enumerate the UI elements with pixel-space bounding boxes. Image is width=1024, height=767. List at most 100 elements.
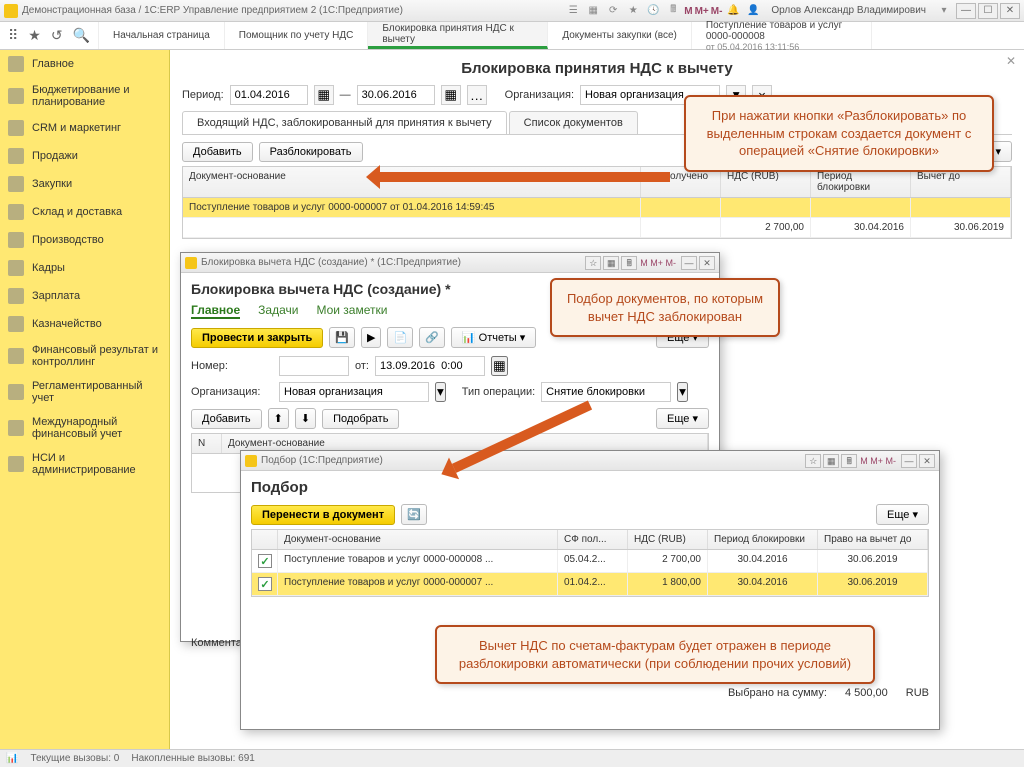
sidebar-item[interactable]: Производство <box>0 226 169 254</box>
pick-button[interactable]: Подобрать <box>322 409 399 429</box>
tabs: Начальная страница Помощник по учету НДС… <box>99 22 1024 49</box>
maximize-button[interactable]: ☐ <box>978 3 998 19</box>
sidebar-item[interactable]: Кадры <box>0 254 169 282</box>
memory-buttons[interactable]: MM+M- <box>683 5 723 17</box>
tab-purchase-docs[interactable]: Документы закупки (все) <box>548 22 692 49</box>
minimize-icon[interactable]: — <box>681 256 697 270</box>
reports-button[interactable]: 📊 Отчеты ▾ <box>451 327 536 348</box>
date-from-input[interactable] <box>230 85 308 105</box>
fav-icon[interactable]: ☆ <box>585 256 601 270</box>
more-button[interactable]: Еще ▾ <box>656 408 709 429</box>
unblock-button[interactable]: Разблокировать <box>259 142 363 162</box>
tool-icon[interactable]: 🖩 <box>665 3 681 19</box>
tool-icon[interactable]: ⟳ <box>605 3 621 19</box>
calc-icon[interactable]: 🖩 <box>621 256 637 270</box>
dropdown-icon[interactable]: ▾ <box>936 3 952 19</box>
sidebar-item[interactable]: Международный финансовый учет <box>0 410 169 446</box>
add-button[interactable]: Добавить <box>191 409 262 429</box>
pick-row[interactable]: ✓ Поступление товаров и услуг 0000-00000… <box>252 550 928 573</box>
tool-icon[interactable]: 🔔 <box>725 3 741 19</box>
tab-tasks[interactable]: Задачи <box>258 303 298 319</box>
sidebar-item[interactable]: Финансовый результат и контроллинг <box>0 338 169 374</box>
calendar-icon[interactable]: ▦ <box>441 85 461 105</box>
pick-grid[interactable]: Документ-основание СФ пол... НДС (RUB) П… <box>251 529 929 597</box>
delete-icon[interactable]: 🔗 <box>419 327 445 348</box>
calc-icon[interactable]: 🖩 <box>841 454 857 468</box>
menu-icon <box>8 56 24 72</box>
tab-block-nds[interactable]: Блокировка принятия НДС к вычету <box>368 22 548 49</box>
app-titlebar: Демонстрационная база / 1С:ERP Управлени… <box>0 0 1024 22</box>
tool-icon[interactable]: 🕓 <box>645 3 661 19</box>
grid-icon[interactable]: ⠿ <box>8 27 18 44</box>
money-icon <box>8 288 24 304</box>
factory-icon <box>8 232 24 248</box>
tool-icon[interactable]: ☰ <box>565 3 581 19</box>
subtab-doc-list[interactable]: Список документов <box>509 111 638 134</box>
date-input[interactable] <box>375 356 485 376</box>
print-icon[interactable]: 📄 <box>387 327 413 348</box>
sidebar-item[interactable]: Склад и доставка <box>0 198 169 226</box>
close-icon[interactable]: ✕ <box>919 454 935 468</box>
minimize-button[interactable]: — <box>956 3 976 19</box>
post-icon[interactable]: ▶ <box>361 327 381 348</box>
checkbox[interactable]: ✓ <box>258 577 272 591</box>
org-input[interactable] <box>279 382 429 402</box>
select-icon[interactable]: ▾ <box>677 382 688 402</box>
grid-row[interactable]: 2 700,00 30.04.2016 30.06.2019 <box>183 218 1011 238</box>
more-button[interactable]: Еще ▾ <box>876 504 929 525</box>
number-input[interactable] <box>279 356 349 376</box>
sidebar-item[interactable]: Зарплата <box>0 282 169 310</box>
sidebar-item[interactable]: CRM и маркетинг <box>0 114 169 142</box>
date-to-input[interactable] <box>357 85 435 105</box>
star-icon[interactable]: ★ <box>28 27 41 44</box>
sidebar-item[interactable]: Главное <box>0 50 169 78</box>
minimize-icon[interactable]: — <box>901 454 917 468</box>
select-icon[interactable]: ▾ <box>435 382 446 402</box>
sidebar-item[interactable]: НСИ и администрирование <box>0 446 169 482</box>
tool-icon[interactable]: ▦ <box>585 3 601 19</box>
window-title: Блокировка вычета НДС (создание) * (1С:П… <box>201 257 461 268</box>
bank-icon <box>8 316 24 332</box>
window-icon <box>185 257 197 269</box>
save-icon[interactable]: 💾 <box>329 327 355 348</box>
search-icon[interactable]: 🔍 <box>73 27 90 44</box>
tab-notes[interactable]: Мои заметки <box>316 303 387 319</box>
refresh-icon[interactable]: 🔄 <box>401 504 427 525</box>
sidebar-item[interactable]: Казначейство <box>0 310 169 338</box>
tab-nds-helper[interactable]: Помощник по учету НДС <box>225 22 369 49</box>
window-heading: Подбор <box>251 479 929 496</box>
fav-icon[interactable]: ☆ <box>805 454 821 468</box>
calendar-icon[interactable]: ▦ <box>491 356 508 376</box>
tab-main[interactable]: Главное <box>191 303 240 319</box>
sidebar-item[interactable]: Регламентированный учет <box>0 374 169 410</box>
transfer-button[interactable]: Перенести в документ <box>251 505 395 525</box>
top-nav: ⠿ ★ ↺ 🔍 Начальная страница Помощник по у… <box>0 22 1024 50</box>
sidebar-item[interactable]: Продажи <box>0 142 169 170</box>
subtab-blocked-nds[interactable]: Входящий НДС, заблокированный для принят… <box>182 111 507 134</box>
user-icon[interactable]: 👤 <box>745 3 761 19</box>
down-icon[interactable]: ⬇ <box>295 408 316 429</box>
grid-icon[interactable]: ▦ <box>823 454 839 468</box>
callout-auto: Вычет НДС по счетам-фактурам будет отраж… <box>435 625 875 684</box>
up-icon[interactable]: ⬆ <box>268 408 289 429</box>
tab-start[interactable]: Начальная страница <box>99 22 225 49</box>
sidebar-item[interactable]: Бюджетирование и планирование <box>0 78 169 114</box>
tab-goods-receipt[interactable]: Поступление товаров и услуг 0000-000008о… <box>692 22 872 49</box>
checkbox[interactable]: ✓ <box>258 554 272 568</box>
grid-row[interactable]: Поступление товаров и услуг 0000-000007 … <box>183 198 1011 218</box>
add-button[interactable]: Добавить <box>182 142 253 162</box>
close-button[interactable]: ✕ <box>1000 3 1020 19</box>
op-type-input[interactable] <box>541 382 671 402</box>
grid-icon[interactable]: ▦ <box>603 256 619 270</box>
globe-icon <box>8 420 24 436</box>
pick-row[interactable]: ✓ Поступление товаров и услуг 0000-00000… <box>252 573 928 596</box>
tool-icon[interactable]: ★ <box>625 3 641 19</box>
calendar-icon[interactable]: ▦ <box>314 85 334 105</box>
close-icon[interactable]: ✕ <box>699 256 715 270</box>
save-close-button[interactable]: Провести и закрыть <box>191 328 323 348</box>
period-select-icon[interactable]: … <box>467 85 487 105</box>
sidebar-item[interactable]: Закупки <box>0 170 169 198</box>
close-page-icon[interactable]: ✕ <box>1006 54 1016 68</box>
history-icon[interactable]: ↺ <box>51 27 63 44</box>
period-label: Период: <box>182 89 224 101</box>
